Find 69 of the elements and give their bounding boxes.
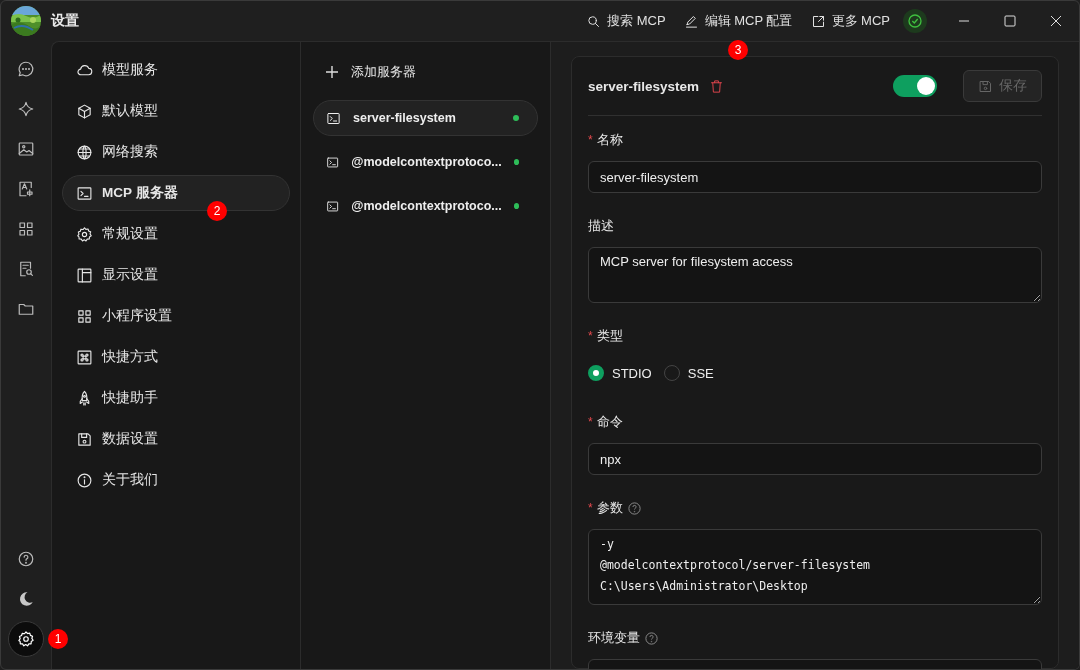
server-title: server-filesystem [588, 78, 700, 94]
toolbar-button[interactable]: 搜索 MCP [577, 6, 675, 36]
number-badge: 2 [207, 201, 227, 221]
layout-icon [76, 266, 93, 284]
add-server-button[interactable]: 添加服务器 [313, 52, 538, 92]
menu-item[interactable]: 模型服务 [62, 52, 290, 88]
check-circle-icon [903, 9, 927, 33]
trash-icon [709, 78, 725, 94]
pencil-icon [683, 13, 699, 29]
menu-item[interactable]: 网络搜索 [62, 134, 290, 170]
toolbar-button[interactable]: 更多 MCP [801, 6, 899, 36]
terminal-icon [326, 198, 340, 214]
menu-item[interactable]: 快捷助手 [62, 380, 290, 416]
field-label: 参数 [596, 499, 623, 517]
document-search-icon [17, 260, 35, 278]
field-label: 命令 [596, 413, 623, 431]
menu-item[interactable]: 数据设置 [62, 421, 290, 457]
sparkle-icon [17, 100, 35, 118]
globe-icon [76, 143, 93, 161]
field-label: 描述 [588, 217, 614, 235]
required-mark: * [588, 329, 593, 343]
menu-item[interactable]: 默认模型 [62, 93, 290, 129]
required-mark: * [588, 415, 593, 429]
terminal-icon [326, 110, 341, 126]
gear-icon [76, 225, 93, 243]
field-label: 环境变量 [588, 629, 640, 647]
toggle-switch[interactable] [893, 75, 937, 97]
translate-icon [17, 180, 35, 198]
terminal-icon [76, 184, 93, 202]
save-icon [978, 78, 993, 94]
text-field[interactable]: server-filesystem [588, 161, 1042, 193]
grid-icon [17, 220, 35, 238]
menu-item[interactable]: 关于我们 [62, 462, 290, 498]
server-item[interactable]: @modelcontextprotoco... [313, 188, 538, 224]
save-icon [76, 430, 93, 448]
menu-item[interactable]: 小程序设置 [62, 298, 290, 334]
radio-option[interactable]: STDIO [588, 365, 652, 381]
toolbar-button[interactable]: 编辑 MCP 配置 [674, 6, 802, 36]
command-key-icon [76, 348, 93, 366]
sidebar-button[interactable] [8, 621, 44, 657]
required-mark: * [588, 133, 593, 147]
search-icon [586, 13, 602, 29]
text-area[interactable]: -y @modelcontextprotocol/server-filesystem C:\Users\Administrator\Desktop [588, 529, 1042, 605]
field-label: 名称 [596, 131, 623, 149]
required-mark: * [588, 501, 593, 515]
text-area[interactable]: MCP server for filesystem access [588, 247, 1042, 303]
window-title: 设置 [51, 12, 79, 30]
terminal-icon [326, 154, 340, 170]
server-item[interactable]: server-filesystem [313, 100, 538, 136]
close-icon [1050, 15, 1062, 27]
plus-icon [325, 65, 339, 79]
chat-icon [17, 60, 35, 78]
cube-icon [76, 102, 93, 120]
gear-icon [17, 630, 35, 648]
grid-icon [76, 307, 93, 325]
maximize-icon [1004, 15, 1016, 27]
number-badge: 3 [728, 40, 749, 60]
menu-item[interactable]: 快捷方式 [62, 339, 290, 375]
text-field[interactable]: npx [588, 443, 1042, 475]
image-icon [17, 140, 35, 158]
moon-icon [17, 590, 35, 608]
help-icon [17, 550, 35, 568]
info-icon [76, 471, 93, 489]
external-link-icon [810, 13, 826, 29]
field-label: 类型 [596, 327, 623, 345]
number-badge: 1 [48, 629, 68, 649]
server-item[interactable]: @modelcontextprotoco... [313, 144, 538, 180]
radio-option[interactable]: SSE [663, 365, 714, 381]
menu-item[interactable]: 显示设置 [62, 257, 290, 293]
